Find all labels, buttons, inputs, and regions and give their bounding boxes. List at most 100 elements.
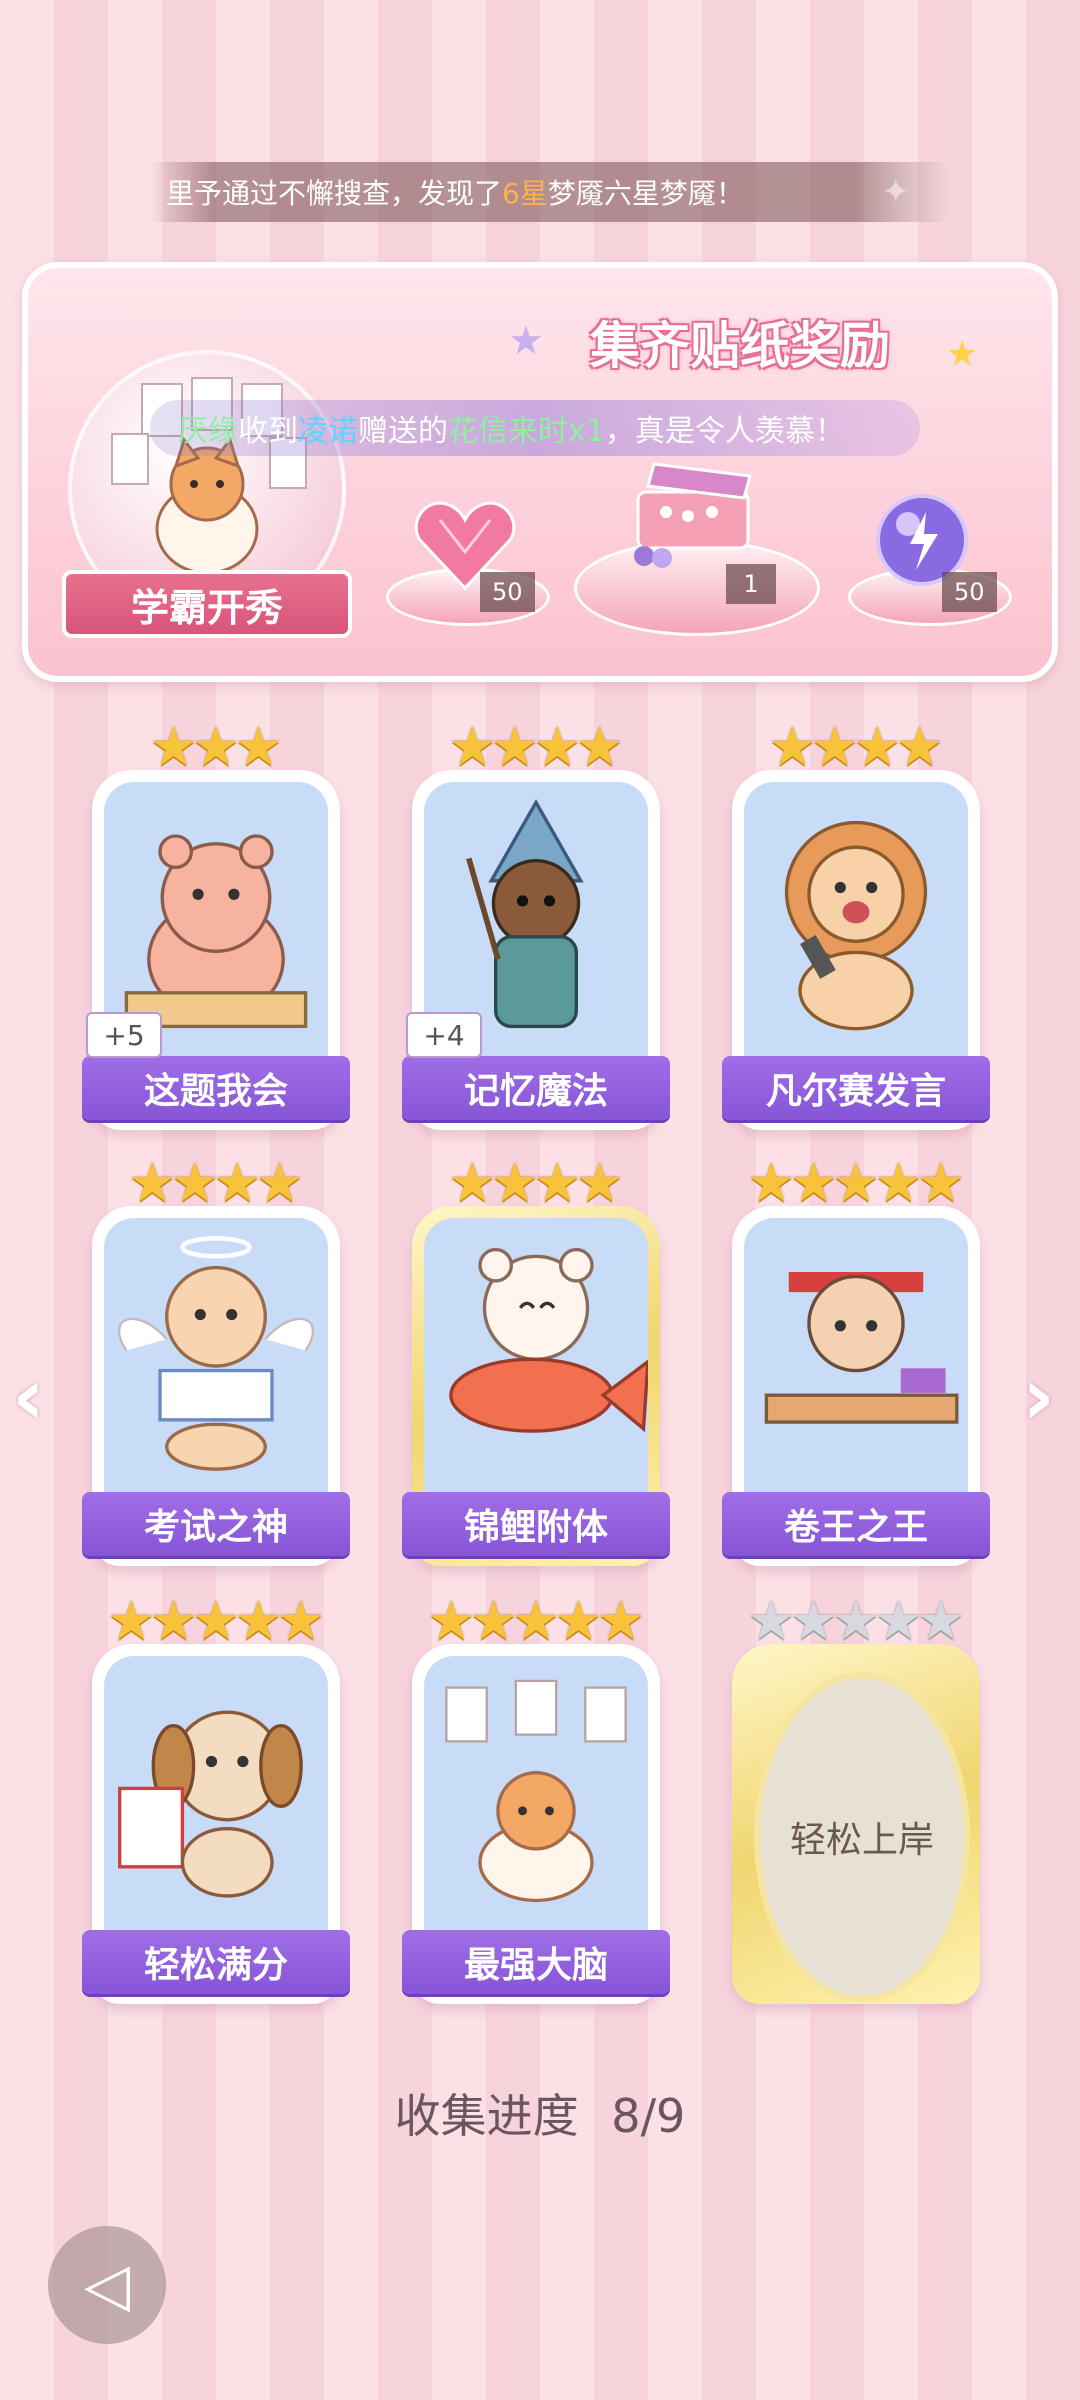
notice-text2: 赠送的	[358, 414, 448, 449]
gift-box-icon[interactable]	[626, 452, 766, 576]
next-page-arrow[interactable]: ›	[1022, 1350, 1055, 1443]
star-icon: ★	[789, 1589, 838, 1652]
star-icon: ★	[149, 715, 198, 778]
star-icon: ★	[213, 1151, 262, 1214]
locked-sticker-placeholder: 轻松上岸	[754, 1672, 970, 2002]
star-icon: ★	[746, 1589, 796, 1652]
announcement-marquee: 里予通过不懈搜查，发现了 6星 梦魇六星梦魇！ ✦	[150, 162, 950, 222]
reward-title-ribbon: 学霸开秀	[62, 570, 352, 638]
star-icon: ★	[874, 1589, 923, 1652]
star-rating: ★ ★ ★ ★	[92, 1156, 340, 1210]
star-icon: ★	[106, 1589, 156, 1652]
sticker-label: 凡尔赛发言	[722, 1056, 990, 1120]
sticker-card[interactable]: 轻松上岸 ★ ★ ★ ★ ★	[732, 1594, 980, 2004]
star-icon: ★	[490, 715, 539, 778]
star-icon: ★	[276, 1589, 326, 1652]
sticker-card[interactable]: 卷王之王 ★ ★ ★ ★ ★	[722, 1156, 990, 1566]
sticker-card[interactable]: 最强大脑 ★ ★ ★ ★ ★	[402, 1594, 670, 2004]
star-icon: ★	[916, 1589, 966, 1652]
star-icon: ★	[234, 1589, 283, 1652]
star-icon: ★	[746, 1151, 796, 1214]
sticker-label: 轻松满分	[82, 1930, 350, 1994]
star-rating: ★ ★ ★ ★	[732, 720, 980, 774]
gift-notice: 厌缘 收到 凌诺 赠送的 花信来时x1 ，真是令人羡慕！	[150, 400, 920, 456]
star-icon: ★	[874, 1151, 923, 1214]
back-arrow-icon: ◁	[83, 2250, 131, 2320]
sticker-card[interactable]: 考试之神 ★ ★ ★ ★	[82, 1156, 350, 1566]
sticker-card[interactable]: 记忆魔法 +4 ★ ★ ★ ★	[402, 720, 670, 1130]
star-rating: ★ ★ ★ ★ ★	[732, 1594, 980, 1648]
back-button[interactable]: ◁	[48, 2226, 166, 2344]
notice-item: 花信来时x1	[448, 414, 605, 449]
star-icon: ★	[810, 715, 859, 778]
sticker-label: 最强大脑	[402, 1930, 670, 1994]
star-icon: ★	[768, 715, 817, 778]
star-icon: ★	[448, 715, 497, 778]
progress-label: 收集进度	[394, 2089, 579, 2143]
notice-name2: 凌诺	[298, 414, 358, 449]
marquee-text-pre: 里予通过不懈搜查，发现了	[166, 177, 503, 210]
marquee-text-post: 梦魇六星梦魇！	[547, 177, 744, 210]
star-icon: ★	[234, 715, 283, 778]
sticker-label: 考试之神	[82, 1492, 350, 1556]
star-icon: ★	[255, 1151, 304, 1214]
progress-value: 8/9	[611, 2089, 686, 2143]
studying-cat-icon	[744, 1218, 968, 1506]
star-icon: ★	[426, 1589, 476, 1652]
sparkle-icon: ✦	[881, 172, 911, 212]
sticker-card[interactable]: 这题我会 +5 ★ ★ ★	[82, 720, 350, 1130]
sticker-label: 锦鲤附体	[402, 1492, 670, 1556]
star-icon: ★	[596, 1589, 646, 1652]
banner-title: 集齐贴纸奖励	[590, 317, 890, 375]
marquee-highlight: 6星	[502, 177, 548, 210]
star-rating: ★ ★ ★ ★ ★	[412, 1594, 660, 1648]
star-icon: ★	[554, 1589, 603, 1652]
puppy-full-score-icon	[104, 1656, 328, 1944]
notice-name1: 厌缘	[178, 414, 238, 449]
cat-brain-icon	[424, 1656, 648, 1944]
star-icon: ★	[533, 1151, 582, 1214]
bear-koi-icon	[424, 1218, 648, 1506]
star-icon: ★	[946, 334, 979, 375]
sticker-card[interactable]: 锦鲤附体 ★ ★ ★ ★	[402, 1156, 670, 1566]
star-rating: ★ ★ ★ ★	[412, 720, 660, 774]
sticker-label: 记忆魔法	[402, 1056, 670, 1120]
sticker-card[interactable]: 轻松满分 ★ ★ ★ ★ ★	[82, 1594, 350, 2004]
sticker-bonus-badge: +4	[406, 1012, 482, 1058]
star-rating: ★ ★ ★ ★ ★	[92, 1594, 340, 1648]
star-icon: ★	[448, 1151, 497, 1214]
star-rating: ★ ★ ★ ★ ★	[732, 1156, 980, 1210]
sticker-label: 这题我会	[82, 1056, 350, 1120]
star-icon: ★	[575, 715, 624, 778]
star-icon: ★	[831, 1151, 881, 1214]
collection-progress: 收集进度 8/9	[0, 2080, 1080, 2146]
star-icon: ★	[511, 1589, 561, 1652]
previous-page-arrow[interactable]: ‹	[12, 1350, 45, 1443]
star-icon: ★	[170, 1151, 219, 1214]
star-icon: ★	[191, 1589, 241, 1652]
star-icon: ★	[853, 715, 902, 778]
notice-text1: 收到	[238, 414, 298, 449]
reward-count-heart: 50	[480, 572, 535, 612]
reward-count-orb: 50	[942, 572, 997, 612]
star-icon: ★	[149, 1589, 198, 1652]
star-icon: ★	[895, 715, 944, 778]
lion-microphone-icon	[744, 782, 968, 1070]
star-icon: ★	[916, 1151, 966, 1214]
angel-cat-icon	[104, 1218, 328, 1506]
notice-text3: ，真是令人羡慕！	[604, 414, 845, 449]
star-icon: ★	[128, 1151, 177, 1214]
star-icon: ★	[508, 318, 544, 364]
star-icon: ★	[789, 1151, 838, 1214]
sticker-bonus-badge: +5	[86, 1012, 162, 1058]
star-icon: ★	[831, 1589, 881, 1652]
star-icon: ★	[469, 1589, 518, 1652]
star-icon: ★	[191, 715, 241, 778]
star-rating: ★ ★ ★ ★	[412, 1156, 660, 1210]
sticker-label: 卷王之王	[722, 1492, 990, 1556]
sticker-card[interactable]: 凡尔赛发言 ★ ★ ★ ★	[722, 720, 990, 1130]
star-icon: ★	[490, 1151, 539, 1214]
star-rating: ★ ★ ★	[92, 720, 340, 774]
reward-count-gift: 1	[726, 564, 776, 604]
star-icon: ★	[575, 1151, 624, 1214]
